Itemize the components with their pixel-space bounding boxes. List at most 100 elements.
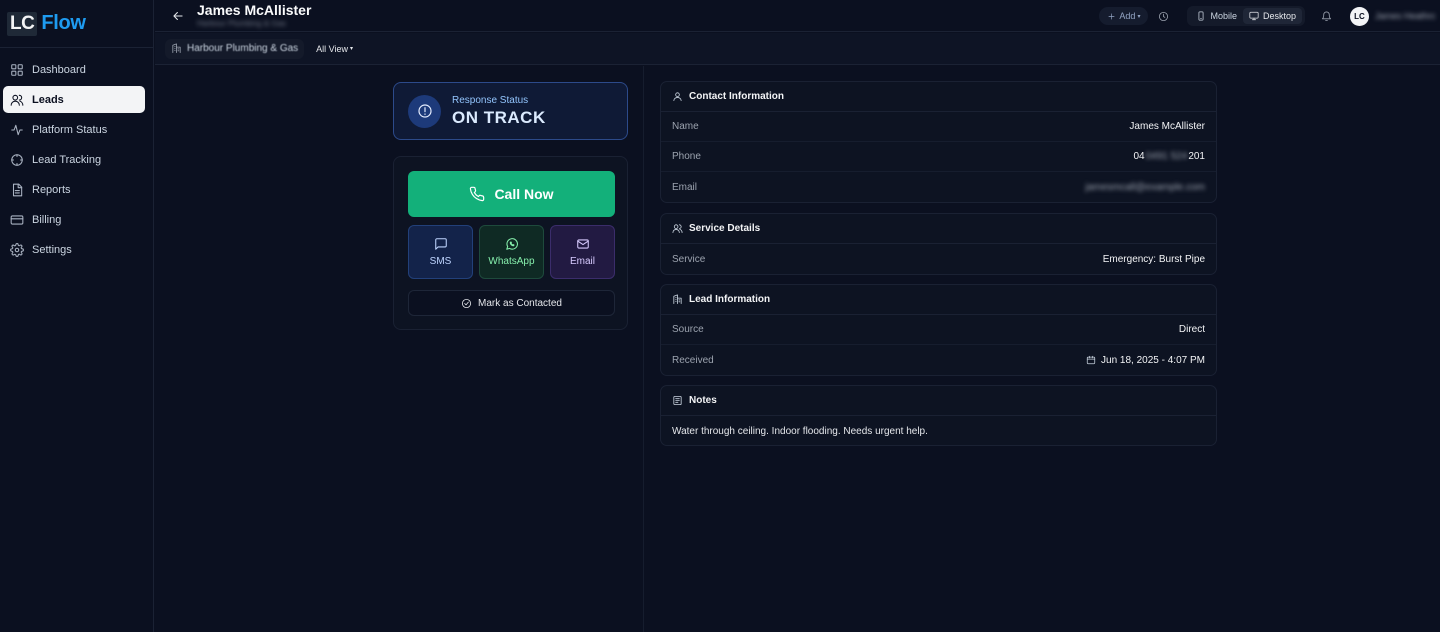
sms-label: SMS xyxy=(429,256,452,267)
row-label: Source xyxy=(672,324,704,335)
chevron-down-icon: ▾ xyxy=(350,46,354,52)
row-label: Phone xyxy=(672,151,701,162)
avatar[interactable]: LC xyxy=(1350,6,1369,26)
panel-header: Contact Information xyxy=(661,82,1216,112)
phone-hidden: 0491 524 xyxy=(1145,151,1188,162)
mark-contacted-button[interactable]: Mark as Contacted xyxy=(408,290,615,316)
logo-text: Flow xyxy=(41,12,86,34)
sms-button[interactable]: SMS xyxy=(408,225,473,279)
column-divider xyxy=(643,66,644,632)
email-button[interactable]: Email xyxy=(550,225,615,279)
bell-icon[interactable] xyxy=(1321,11,1332,22)
view-desktop-label: Desktop xyxy=(1262,11,1296,21)
sidebar-item-label: Reports xyxy=(32,183,71,196)
app-logo[interactable]: LC Flow xyxy=(0,0,153,48)
sub-header: Harbour Plumbing & Gas All View ▾ xyxy=(155,33,1440,65)
sidebar-item-settings[interactable]: Settings xyxy=(3,236,145,263)
user-icon xyxy=(672,91,683,102)
add-button[interactable]: Add ▾ xyxy=(1099,7,1149,25)
status-label: Response Status xyxy=(452,94,529,106)
view-desktop-button[interactable]: Desktop xyxy=(1242,8,1302,24)
sidebar-item-label: Settings xyxy=(32,243,72,256)
panel-title: Lead Information xyxy=(689,294,771,305)
panel-header: Lead Information xyxy=(661,285,1216,315)
sidebar-item-lead-tracking[interactable]: Lead Tracking xyxy=(3,146,145,173)
contact-email-value[interactable]: jamesmcall@example.com xyxy=(1085,182,1205,193)
panel-title: Contact Information xyxy=(689,91,784,102)
company-name: Harbour Plumbing & Gas xyxy=(187,43,299,54)
contact-phone-value[interactable]: 04 0491 524 201 xyxy=(1133,151,1205,162)
service-details-panel: Service Details Service Emergency: Burst… xyxy=(660,213,1217,275)
info-row-name: Name James McAllister xyxy=(661,112,1216,142)
history-icon[interactable] xyxy=(1158,11,1169,22)
sidebar: LC Flow Dashboard Leads Platform Status … xyxy=(0,0,154,632)
info-row-service: Service Emergency: Burst Pipe xyxy=(661,244,1216,274)
phone-device-icon xyxy=(1196,11,1206,21)
sidebar-item-leads[interactable]: Leads xyxy=(3,86,145,113)
response-status-card: Response Status ON TRACK xyxy=(393,82,628,140)
whatsapp-button[interactable]: WhatsApp xyxy=(479,225,544,279)
grid-icon xyxy=(10,63,24,77)
received-value: Jun 18, 2025 - 4:07 PM xyxy=(1086,355,1205,366)
panel-header: Notes xyxy=(661,386,1216,416)
info-row-phone: Phone 04 0491 524 201 xyxy=(661,142,1216,172)
sidebar-item-label: Lead Tracking xyxy=(32,153,102,166)
row-label: Name xyxy=(672,121,699,132)
view-filter-label: All View xyxy=(316,43,349,54)
email-label: Email xyxy=(569,256,595,267)
phone-icon xyxy=(469,186,485,202)
whatsapp-label: WhatsApp xyxy=(488,256,535,267)
header-actions: Add ▾ Mobile Desktop LC James Heathrow xyxy=(1099,0,1440,32)
users-icon xyxy=(10,93,24,107)
call-now-label: Call Now xyxy=(494,186,554,202)
message-square-icon xyxy=(434,237,448,251)
sidebar-item-label: Platform Status xyxy=(32,123,108,136)
contact-actions-card: Call Now SMS WhatsApp Email Mark as Cont… xyxy=(393,156,628,330)
page-subtitle: Harbour Plumbing & Gas xyxy=(197,18,286,28)
sidebar-item-reports[interactable]: Reports xyxy=(3,176,145,203)
view-mobile-button[interactable]: Mobile xyxy=(1190,8,1243,24)
logo-badge: LC xyxy=(7,11,38,36)
info-row-email: Email jamesmcall@example.com xyxy=(661,172,1216,202)
sidebar-item-platform-status[interactable]: Platform Status xyxy=(3,116,145,143)
sidebar-item-label: Billing xyxy=(32,213,62,226)
file-icon xyxy=(10,183,24,197)
notes-text: Water through ceiling. Indoor flooding. … xyxy=(672,426,928,437)
mail-icon xyxy=(576,237,590,251)
mark-contacted-label: Mark as Contacted xyxy=(478,297,562,309)
status-text: Response Status ON TRACK xyxy=(452,95,546,128)
sidebar-nav: Dashboard Leads Platform Status Lead Tra… xyxy=(0,48,153,263)
sidebar-item-billing[interactable]: Billing xyxy=(3,206,145,233)
notes-panel: Notes Water through ceiling. Indoor floo… xyxy=(660,385,1217,446)
panel-header: Service Details xyxy=(661,214,1216,244)
user-name[interactable]: James Heathrow xyxy=(1375,11,1435,21)
credit-card-icon xyxy=(10,213,24,227)
info-row-source: Source Direct xyxy=(661,315,1216,345)
row-label: Service xyxy=(672,253,706,265)
view-filter-select[interactable]: All View ▾ xyxy=(316,44,353,54)
check-circle-icon xyxy=(461,298,472,309)
target-icon xyxy=(10,153,24,167)
row-label: Received xyxy=(672,354,714,366)
back-arrow-icon[interactable] xyxy=(171,9,185,23)
monitor-icon xyxy=(1249,11,1259,21)
source-value: Direct xyxy=(1178,324,1205,335)
sidebar-item-label: Dashboard xyxy=(32,63,86,76)
phone-suffix: 201 xyxy=(1188,151,1205,162)
row-label: Email xyxy=(672,181,698,193)
alert-circle-icon xyxy=(417,103,433,119)
service-value: Emergency: Burst Pipe xyxy=(1102,253,1205,265)
sidebar-item-label: Leads xyxy=(32,93,64,106)
sidebar-item-dashboard[interactable]: Dashboard xyxy=(3,56,145,83)
info-row-received: Received Jun 18, 2025 - 4:07 PM xyxy=(661,345,1216,375)
lead-info-panel: Lead Information Source Direct Received … xyxy=(660,284,1217,376)
secondary-actions: SMS WhatsApp Email xyxy=(408,225,615,279)
chevron-down-icon: ▾ xyxy=(1137,13,1141,20)
top-header: James McAllister Harbour Plumbing & Gas … xyxy=(155,0,1440,32)
building-icon xyxy=(672,294,683,305)
call-now-button[interactable]: Call Now xyxy=(408,171,615,217)
company-selector[interactable]: Harbour Plumbing & Gas xyxy=(165,38,305,59)
gear-icon xyxy=(10,242,24,257)
status-icon-wrap xyxy=(408,94,441,128)
calendar-icon xyxy=(1086,355,1096,365)
